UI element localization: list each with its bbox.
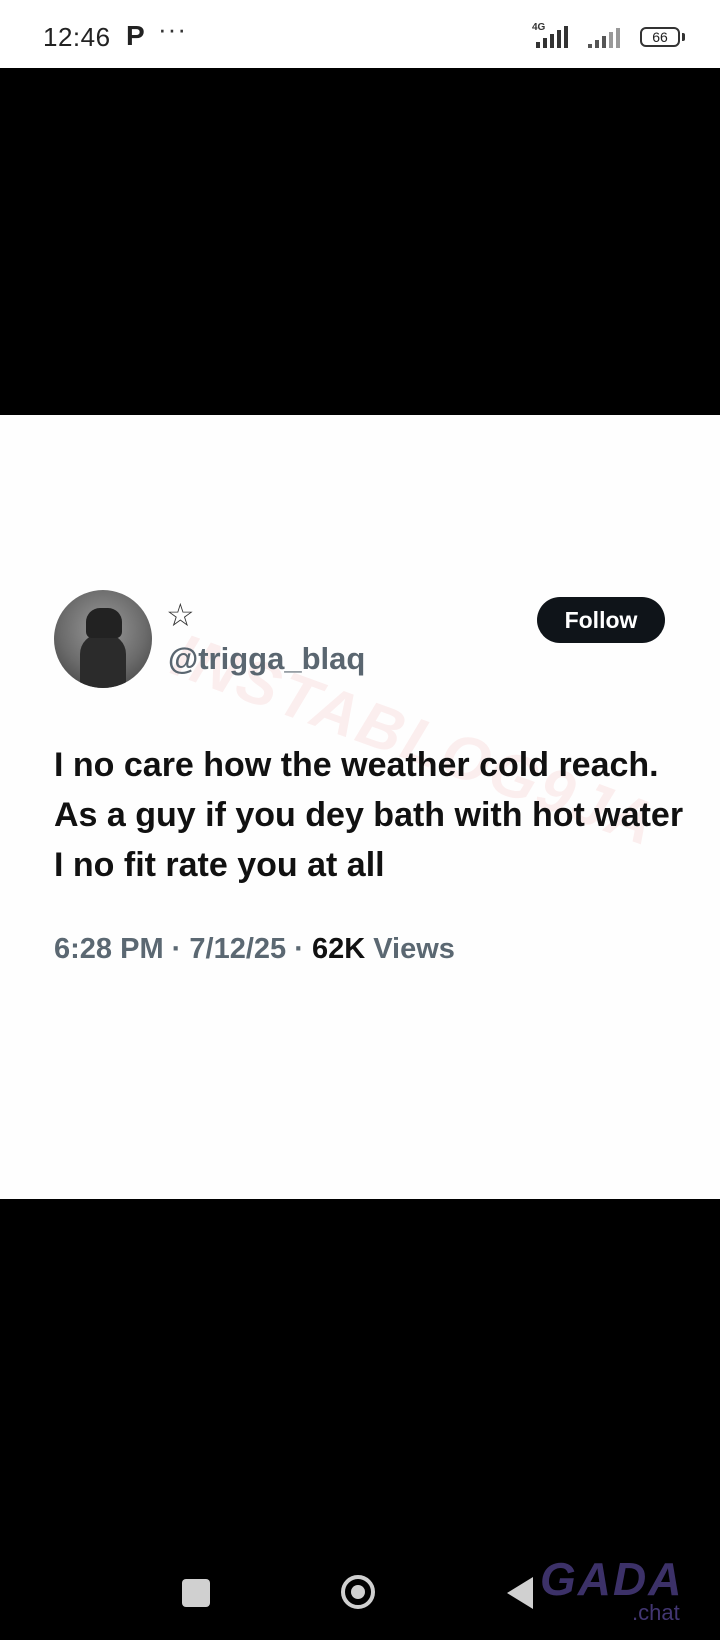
gada-logo: GADA (540, 1553, 684, 1605)
battery-level: 66 (652, 29, 668, 45)
back-icon[interactable] (507, 1577, 533, 1609)
recent-apps-icon[interactable] (182, 1579, 210, 1607)
more-notifications-icon: ··· (158, 14, 187, 44)
avatar-cap (86, 608, 122, 638)
battery-tip (682, 33, 685, 41)
battery-icon: 66 (640, 27, 680, 47)
signal-icon-sim2 (588, 28, 620, 48)
follow-button[interactable]: Follow (537, 597, 665, 643)
tweet-screenshot: INSTABLOG9JA ☆ @trigga_blaq Follow I no … (0, 415, 720, 1199)
navigation-bar: GADA .chat (0, 1540, 720, 1640)
views-count: 62K (311, 933, 366, 965)
tweet-date: 7/12/25 (189, 933, 287, 965)
avatar (54, 590, 152, 688)
meta-separator: · (171, 933, 190, 965)
avatar-person (80, 634, 126, 688)
meta-separator: · (294, 933, 312, 965)
gada-logo-sub: .chat (632, 1600, 680, 1625)
notification-p-icon: P (126, 20, 145, 51)
home-icon[interactable] (341, 1575, 375, 1609)
tweet-meta: 6:28 PM · 7/12/25 · 62K Views (54, 933, 455, 966)
tweet-text: I no care how the weather cold reach. As… (54, 746, 684, 884)
status-bar: 12:46 P ··· 4G 66 (0, 0, 720, 68)
tweet-time: 6:28 PM (54, 933, 164, 965)
user-handle: @trigga_blaq (168, 641, 366, 676)
views-label: Views (373, 933, 455, 965)
status-time: 12:46 (43, 22, 111, 52)
signal-icon-sim1 (536, 26, 568, 48)
star-icon: ☆ (166, 597, 195, 633)
